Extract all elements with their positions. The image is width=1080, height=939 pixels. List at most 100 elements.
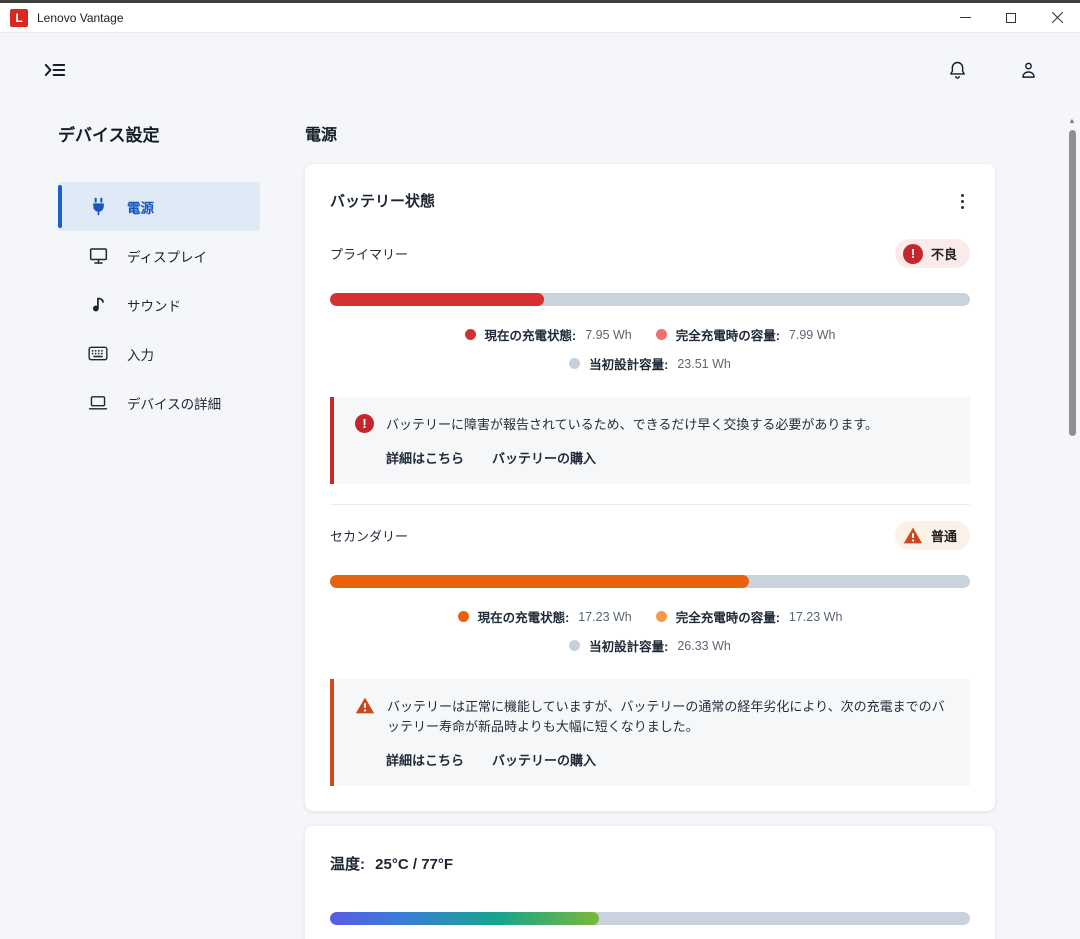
legend-label: 現在の充電状態:	[478, 607, 570, 626]
sidebar-toggle-button[interactable]	[40, 56, 70, 84]
legend-current-charge: 現在の充電状態: 17.23 Wh	[458, 607, 632, 626]
user-icon	[1019, 60, 1038, 80]
display-icon	[88, 246, 108, 266]
full-capacity-dot-icon	[656, 611, 667, 622]
sidebar-item-input[interactable]: 入力	[58, 329, 260, 378]
temperature-label: 温度:	[330, 856, 365, 873]
sidebar-title: デバイス設定	[58, 121, 260, 146]
legend-label: 当初設計容量:	[589, 636, 668, 655]
page-title: 電源	[305, 121, 1080, 145]
sidebar: デバイス設定 電源	[0, 107, 305, 939]
purchase-battery-link[interactable]: バッテリーの購入	[492, 750, 596, 769]
account-button[interactable]	[1015, 56, 1042, 84]
section-divider	[330, 504, 970, 505]
sidebar-item-display[interactable]: ディスプレイ	[58, 231, 260, 280]
close-button[interactable]	[1034, 3, 1080, 33]
primary-battery-header: プライマリー ! 不良	[330, 239, 970, 268]
scroll-up-icon[interactable]: ▲	[1069, 118, 1076, 126]
sidebar-item-sound[interactable]: サウンド	[58, 280, 260, 329]
sidebar-item-power[interactable]: 電源	[58, 182, 260, 231]
alert-body: ! バッテリーに障害が報告されているため、できるだけ早く交換する必要があります。	[355, 414, 952, 435]
status-badge-error: ! 不良	[895, 239, 970, 268]
sidebar-item-label: 電源	[127, 197, 154, 217]
legend-value: 7.95 Wh	[585, 328, 632, 342]
legend-design-capacity: 当初設計容量: 23.51 Wh	[569, 354, 731, 373]
legend-current-charge: 現在の充電状態: 7.95 Wh	[465, 325, 632, 344]
lenovo-logo: L	[10, 9, 28, 27]
legend-label: 完全充電時の容量:	[676, 325, 780, 344]
legend-value: 26.33 Wh	[677, 639, 731, 653]
alert-text: バッテリーは正常に機能していますが、バッテリーの通常の経年劣化により、次の充電ま…	[387, 696, 952, 737]
minimize-icon	[960, 17, 971, 18]
design-capacity-dot-icon	[569, 358, 580, 369]
legend-label: 完全充電時の容量:	[676, 607, 780, 626]
primary-battery-progress-fill	[330, 293, 544, 306]
temperature-value: 25°C / 77°F	[375, 856, 453, 873]
kebab-menu-button[interactable]	[955, 190, 970, 213]
window-title: Lenovo Vantage	[37, 11, 124, 25]
secondary-battery-alert: バッテリーは正常に機能していますが、バッテリーの通常の経年劣化により、次の充電ま…	[330, 679, 970, 786]
sidebar-item-label: デバイスの詳細	[127, 393, 221, 413]
notifications-button[interactable]	[944, 56, 971, 84]
details-link[interactable]: 詳細はこちら	[386, 448, 464, 467]
temperature-title: 温度: 25°C / 77°F	[330, 853, 970, 874]
sidebar-item-label: サウンド	[127, 295, 181, 315]
lenovo-logo-letter: L	[15, 11, 22, 25]
full-capacity-dot-icon	[656, 329, 667, 340]
sidebar-toggle-icon	[44, 60, 66, 80]
alert-body: バッテリーは正常に機能していますが、バッテリーの通常の経年劣化により、次の充電ま…	[355, 696, 952, 737]
minimize-button[interactable]	[942, 3, 988, 33]
battery-name: プライマリー	[330, 244, 408, 263]
primary-battery-legend: 現在の充電状態: 7.95 Wh 完全充電時の容量: 7.99 Wh	[330, 325, 970, 373]
legend-row: 現在の充電状態: 17.23 Wh 完全充電時の容量: 17.23 Wh	[458, 607, 843, 626]
sidebar-item-label: ディスプレイ	[127, 246, 207, 266]
status-badge-warning: 普通	[895, 521, 970, 550]
legend-label: 現在の充電状態:	[485, 325, 577, 344]
legend-value: 17.23 Wh	[578, 610, 632, 624]
alert-links: 詳細はこちら バッテリーの購入	[386, 448, 952, 467]
temperature-progress-track	[330, 912, 970, 925]
secondary-battery-progress-fill	[330, 575, 749, 588]
legend-value: 7.99 Wh	[789, 328, 836, 342]
legend-value: 23.51 Wh	[677, 357, 731, 371]
primary-battery-progress-track	[330, 293, 970, 306]
legend-value: 17.23 Wh	[789, 610, 843, 624]
laptop-icon	[88, 393, 108, 413]
status-badge-label: 普通	[931, 526, 957, 545]
top-nav-right	[944, 56, 1042, 84]
window-controls	[942, 3, 1080, 33]
selected-indicator	[58, 185, 62, 228]
temperature-progress-fill	[330, 912, 599, 925]
details-link[interactable]: 詳細はこちら	[386, 750, 464, 769]
legend-design-capacity: 当初設計容量: 26.33 Wh	[569, 636, 731, 655]
current-charge-dot-icon	[458, 611, 469, 622]
kebab-menu-icon	[961, 194, 964, 209]
titlebar: L Lenovo Vantage	[0, 3, 1080, 33]
card-title: バッテリー状態	[330, 190, 435, 211]
app-window: L Lenovo Vantage	[0, 0, 1080, 939]
content-area: デバイス設定 電源	[0, 107, 1080, 939]
maximize-button[interactable]	[988, 3, 1034, 33]
legend-full-capacity: 完全充電時の容量: 7.99 Wh	[656, 325, 836, 344]
battery-status-card: バッテリー状態 プライマリー ! 不良	[305, 164, 995, 811]
power-plug-icon	[88, 197, 108, 217]
scrollbar-thumb[interactable]	[1069, 130, 1076, 436]
bell-icon	[948, 60, 967, 80]
main-panel: 電源 バッテリー状態 プライマリー ! 不良	[305, 107, 1080, 939]
alert-text: バッテリーに障害が報告されているため、できるだけ早く交換する必要があります。	[386, 414, 878, 435]
purchase-battery-link[interactable]: バッテリーの購入	[492, 448, 596, 467]
scrollbar: ▲	[1067, 118, 1077, 436]
secondary-battery-progress-track	[330, 575, 970, 588]
primary-battery-alert: ! バッテリーに障害が報告されているため、できるだけ早く交換する必要があります。…	[330, 397, 970, 484]
legend-row: 現在の充電状態: 7.95 Wh 完全充電時の容量: 7.99 Wh	[465, 325, 836, 344]
sidebar-item-device-details[interactable]: デバイスの詳細	[58, 378, 260, 427]
legend-row: 当初設計容量: 26.33 Wh	[569, 636, 731, 655]
design-capacity-dot-icon	[569, 640, 580, 651]
warning-triangle-icon	[903, 526, 923, 545]
status-badge-label: 不良	[931, 244, 957, 263]
app-body: デバイス設定 電源	[0, 33, 1080, 939]
maximize-icon	[1006, 13, 1016, 23]
warning-triangle-icon	[355, 696, 375, 715]
error-circle-icon: !	[903, 244, 923, 264]
titlebar-left: L Lenovo Vantage	[10, 9, 124, 27]
